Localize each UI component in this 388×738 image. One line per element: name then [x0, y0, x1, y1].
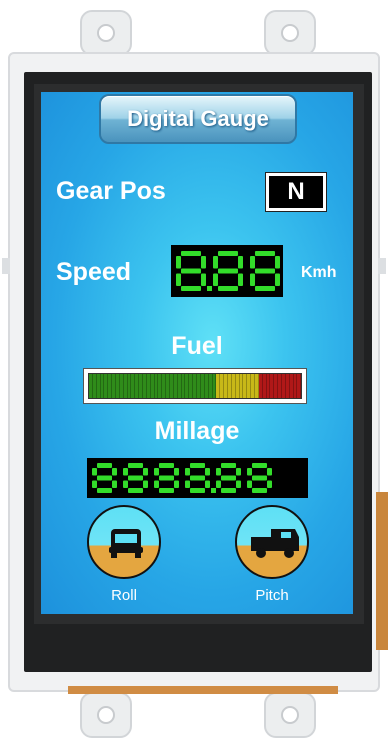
- segment-c: [143, 480, 148, 488]
- segment-g: [181, 268, 201, 274]
- segment-e: [176, 273, 181, 286]
- segment-a: [252, 463, 267, 468]
- gauge-screen: Digital Gauge Gear Pos N Speed Kmh Fuel …: [41, 92, 353, 614]
- segment-a: [218, 251, 238, 256]
- fuel-stripe: [297, 374, 302, 398]
- vehicle-side-icon: [251, 529, 299, 558]
- segment-e: [185, 480, 190, 488]
- mount-tab-top-right: [264, 10, 316, 56]
- millage-led-display: [87, 458, 308, 498]
- millage-digits: [92, 463, 272, 493]
- segment-b: [236, 468, 241, 476]
- pitch-gauge: [235, 505, 309, 579]
- board-notch-right: [378, 258, 386, 274]
- segment-a: [181, 251, 201, 256]
- mount-tab-bottom-left: [80, 692, 132, 738]
- title-button[interactable]: Digital Gauge: [99, 94, 297, 144]
- segment-e: [247, 480, 252, 488]
- segment-a: [128, 463, 143, 468]
- segment-b: [275, 256, 280, 269]
- segment-d: [218, 286, 238, 291]
- segment-c: [238, 273, 243, 286]
- title-button-label: Digital Gauge: [127, 106, 269, 131]
- segment-f: [123, 468, 128, 476]
- flex-cable-bottom: [68, 686, 338, 694]
- segment-e: [154, 480, 159, 488]
- segment-a: [159, 463, 174, 468]
- segment-f: [176, 256, 181, 269]
- segment-b: [238, 256, 243, 269]
- segment-g: [128, 475, 143, 481]
- segment-g: [252, 475, 267, 481]
- mount-tab-bottom-right: [264, 692, 316, 738]
- segment-e: [92, 480, 97, 488]
- speed-label: Speed: [56, 258, 132, 286]
- speed-digits: [176, 251, 280, 291]
- segment-b: [143, 468, 148, 476]
- segment-f: [216, 468, 221, 476]
- roll-label: Roll: [111, 587, 137, 604]
- decimal-point: [211, 488, 216, 493]
- segment-d: [221, 488, 236, 493]
- segment-d: [159, 488, 174, 493]
- segment-b: [174, 468, 179, 476]
- segment-d: [181, 286, 201, 291]
- board-notch-left: [2, 258, 10, 274]
- fuel-label: Fuel: [171, 332, 223, 360]
- segment-c: [201, 273, 206, 286]
- gear-pos-value: N: [269, 176, 323, 208]
- segment-e: [123, 480, 128, 488]
- segment-f: [247, 468, 252, 476]
- segment-f: [185, 468, 190, 476]
- fuel-gauge-fill: [88, 373, 302, 399]
- segment-f: [250, 256, 255, 269]
- segment-c: [174, 480, 179, 488]
- segment-c: [275, 273, 280, 286]
- millage-label: Millage: [154, 417, 240, 445]
- vehicle-front-icon: [109, 529, 143, 558]
- segment-f: [154, 468, 159, 476]
- segment-d: [97, 488, 112, 493]
- segment-c: [205, 480, 210, 488]
- segment-a: [221, 463, 236, 468]
- segment-g: [97, 475, 112, 481]
- speed-led-display: [171, 245, 283, 297]
- segment-e: [216, 480, 221, 488]
- segment-d: [252, 488, 267, 493]
- segment-g: [221, 475, 236, 481]
- decimal-point: [207, 286, 212, 291]
- roll-gauge: [87, 505, 161, 579]
- segment-e: [213, 273, 218, 286]
- flex-cable: [376, 492, 388, 650]
- segment-c: [112, 480, 117, 488]
- segment-b: [112, 468, 117, 476]
- segment-d: [128, 488, 143, 493]
- segment-d: [190, 488, 205, 493]
- segment-e: [250, 273, 255, 286]
- segment-c: [267, 480, 272, 488]
- segment-a: [255, 251, 275, 256]
- segment-c: [236, 480, 241, 488]
- gear-pos-label: Gear Pos: [56, 177, 166, 205]
- segment-d: [255, 286, 275, 291]
- segment-g: [190, 475, 205, 481]
- pitch-label: Pitch: [255, 587, 289, 604]
- segment-a: [97, 463, 112, 468]
- segment-a: [190, 463, 205, 468]
- fuel-gauge: [83, 368, 307, 404]
- segment-g: [255, 268, 275, 274]
- segment-b: [201, 256, 206, 269]
- gear-pos-display: N: [265, 172, 327, 212]
- segment-b: [205, 468, 210, 476]
- segment-f: [213, 256, 218, 269]
- segment-b: [267, 468, 272, 476]
- segment-g: [159, 475, 174, 481]
- mount-tab-top-left: [80, 10, 132, 56]
- segment-f: [92, 468, 97, 476]
- segment-g: [218, 268, 238, 274]
- speed-unit-label: Kmh: [301, 264, 337, 281]
